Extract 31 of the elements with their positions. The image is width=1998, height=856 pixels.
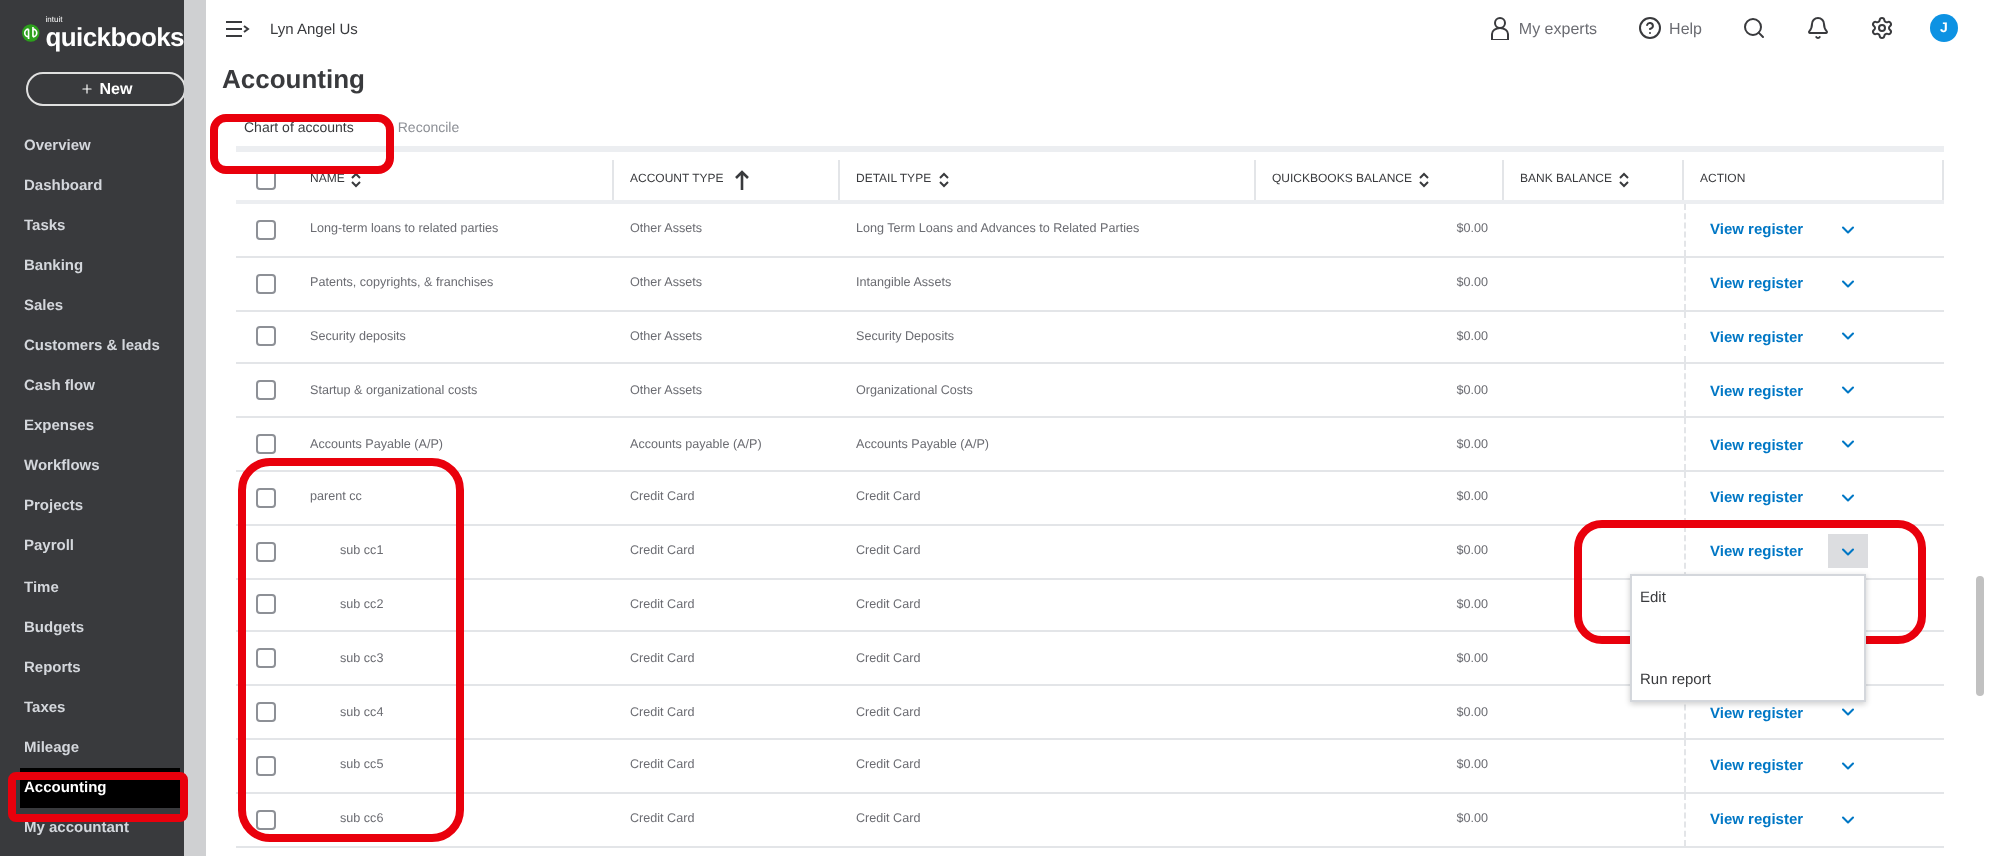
row-checkbox[interactable] <box>255 326 275 347</box>
page-title: Accounting <box>222 64 367 94</box>
notifications-icon[interactable] <box>1806 16 1830 40</box>
row-checkbox[interactable] <box>255 648 275 669</box>
row-checkbox[interactable] <box>255 594 275 615</box>
row-checkbox[interactable] <box>255 487 275 508</box>
row-checkbox[interactable] <box>255 702 275 723</box>
sort-icon[interactable] <box>1418 172 1431 188</box>
help-icon[interactable] <box>1637 16 1662 40</box>
brand-name: quickbooks <box>45 23 184 49</box>
row-checkbox[interactable] <box>255 809 275 830</box>
sort-icon[interactable] <box>937 172 950 188</box>
row-checkbox[interactable] <box>255 219 275 240</box>
search-icon[interactable] <box>1742 16 1766 40</box>
scrollbar[interactable] <box>1976 576 1984 696</box>
action-dropdown-button[interactable] <box>1827 534 1868 569</box>
sort-icon[interactable] <box>1618 172 1631 188</box>
person-icon[interactable] <box>1490 16 1511 40</box>
settings-icon[interactable] <box>1870 16 1894 40</box>
my-experts-link[interactable]: My experts <box>1518 19 1598 37</box>
row-checkbox[interactable] <box>255 755 275 776</box>
sidebar-scrollbar[interactable] <box>184 0 206 856</box>
menu-icon[interactable] <box>226 19 250 37</box>
sort-icon[interactable] <box>350 172 363 188</box>
row-checkbox[interactable] <box>255 380 275 401</box>
row-checkbox[interactable] <box>255 273 275 294</box>
row-checkbox[interactable] <box>255 541 275 562</box>
plus-icon <box>79 82 94 96</box>
help-link[interactable]: Help <box>1669 19 1702 37</box>
sort-ascending-icon[interactable] <box>733 170 750 190</box>
row-checkbox[interactable] <box>255 434 275 455</box>
